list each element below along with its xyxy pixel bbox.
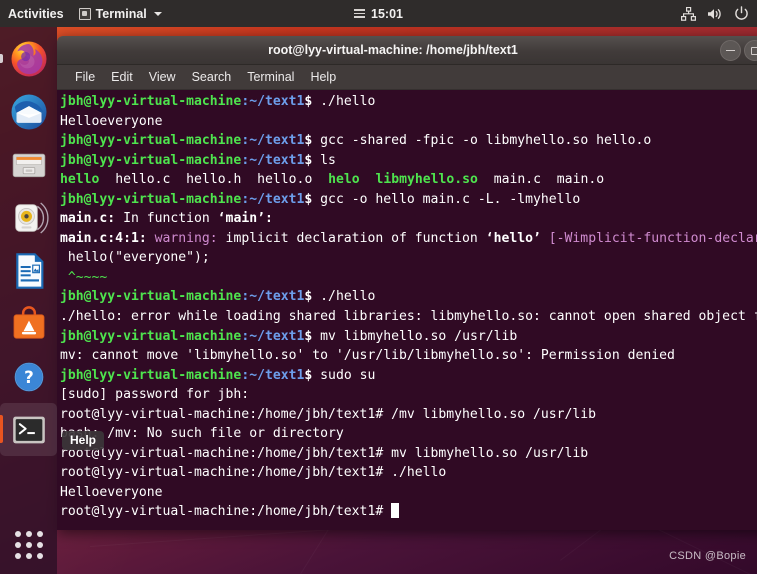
thunderbird-icon — [11, 94, 46, 129]
clock-label: 15:01 — [371, 6, 403, 21]
terminal-line: root@lyy-virtual-machine:/home/jbh/text1… — [60, 445, 589, 461]
dock-item-firefox[interactable] — [0, 32, 57, 85]
top-bar: Activities Terminal 15:01 — [0, 0, 757, 27]
terminal-output[interactable]: jbh@lyy-virtual-machine:~/text1$ ./hello… — [57, 90, 757, 530]
terminal-line: jbh@lyy-virtual-machine:~/text1$ mv libm… — [60, 328, 518, 344]
menu-bar: File Edit View Search Terminal Help — [57, 65, 757, 90]
help-icon: ? — [14, 362, 43, 391]
network-icon[interactable] — [681, 6, 696, 21]
menu-item-view[interactable]: View — [141, 68, 184, 86]
minimize-button[interactable] — [720, 40, 741, 61]
terminal-line: bash: /mv: No such file or directory — [60, 426, 344, 442]
dock-item-rhythmbox[interactable] — [0, 191, 57, 244]
terminal-line: hello hello.c hello.h hello.o helo libmy… — [60, 172, 605, 188]
window-controls — [720, 40, 757, 61]
terminal-icon — [12, 416, 45, 443]
dock-item-thunderbird[interactable] — [0, 85, 57, 138]
terminal-line: jbh@lyy-virtual-machine:~/text1$ gcc -o … — [60, 191, 581, 207]
terminal-cursor — [391, 503, 400, 519]
terminal-line: ./hello: error while loading shared libr… — [60, 309, 757, 325]
firefox-icon — [11, 41, 46, 76]
activities-button[interactable]: Activities — [0, 7, 73, 21]
terminal-line: root@lyy-virtual-machine:/home/jbh/text1… — [60, 465, 447, 481]
dock-item-files[interactable] — [0, 138, 57, 191]
hamburger-icon — [354, 9, 365, 18]
terminal-line: main.c:4:1: warning: implicit declaratio… — [60, 230, 757, 246]
terminal-line: Helloeveryone — [60, 113, 163, 129]
dock-tooltip-help: Help — [62, 431, 105, 450]
terminal-line: root@lyy-virtual-machine:/home/jbh/text1… — [60, 406, 597, 422]
libreoffice-writer-icon — [15, 252, 43, 289]
terminal-line: jbh@lyy-virtual-machine:~/text1$ ./hello — [60, 94, 376, 109]
app-menu-label: Terminal — [95, 6, 147, 21]
dock-item-libreoffice-writer[interactable] — [0, 244, 57, 297]
launcher-dock: ? — [0, 27, 57, 574]
window-titlebar[interactable]: root@lyy-virtual-machine: /home/jbh/text… — [57, 36, 757, 65]
app-menu-button[interactable]: Terminal — [73, 7, 168, 21]
menu-item-terminal[interactable]: Terminal — [239, 68, 302, 86]
terminal-line: jbh@lyy-virtual-machine:~/text1$ gcc -sh… — [60, 133, 652, 149]
ubuntu-software-icon — [13, 305, 44, 339]
svg-text:?: ? — [24, 367, 34, 386]
terminal-line: [sudo] password for jbh: — [60, 387, 250, 403]
show-applications-button[interactable] — [0, 522, 57, 568]
power-icon[interactable] — [734, 6, 749, 21]
dock-item-terminal[interactable] — [0, 403, 57, 456]
terminal-line: main.c: In function ‘main’: — [60, 211, 273, 227]
dock-item-help[interactable]: ? — [0, 350, 57, 403]
terminal-line: root@lyy-virtual-machine:/home/jbh/text1… — [58, 502, 757, 522]
minimize-icon — [726, 49, 735, 52]
files-icon — [12, 153, 45, 177]
clock-menu-button[interactable]: 15:01 — [319, 7, 439, 21]
menu-item-search[interactable]: Search — [184, 68, 240, 86]
menu-item-file[interactable]: File — [67, 68, 103, 86]
dock-item-ubuntu-software[interactable] — [0, 297, 57, 350]
terminal-line: Helloeveryone — [60, 484, 163, 500]
maximize-button[interactable] — [744, 40, 757, 61]
app-window-icon — [78, 7, 91, 20]
terminal-line: hello("everyone"); — [60, 250, 210, 266]
terminal-line: mv: cannot move 'libmyhello.so' to '/usr… — [60, 348, 675, 364]
menu-item-edit[interactable]: Edit — [103, 68, 141, 86]
grid-icon — [14, 531, 43, 559]
terminal-line: jbh@lyy-virtual-machine:~/text1$ sudo su — [60, 367, 376, 383]
menu-item-help[interactable]: Help — [302, 68, 344, 86]
volume-icon[interactable] — [707, 7, 723, 21]
terminal-line: jbh@lyy-virtual-machine:~/text1$ ls — [60, 152, 336, 168]
rhythmbox-icon — [14, 201, 49, 234]
terminal-window: root@lyy-virtual-machine: /home/jbh/text… — [57, 36, 757, 530]
terminal-line: jbh@lyy-virtual-machine:~/text1$ ./hello — [60, 289, 376, 305]
chevron-down-icon — [153, 11, 162, 16]
terminal-line: ^~~~~ — [60, 269, 108, 285]
watermark: CSDN @Bopie — [669, 550, 746, 562]
window-title: root@lyy-virtual-machine: /home/jbh/text… — [268, 43, 518, 57]
maximize-icon — [750, 46, 757, 55]
system-tray[interactable] — [681, 6, 749, 21]
